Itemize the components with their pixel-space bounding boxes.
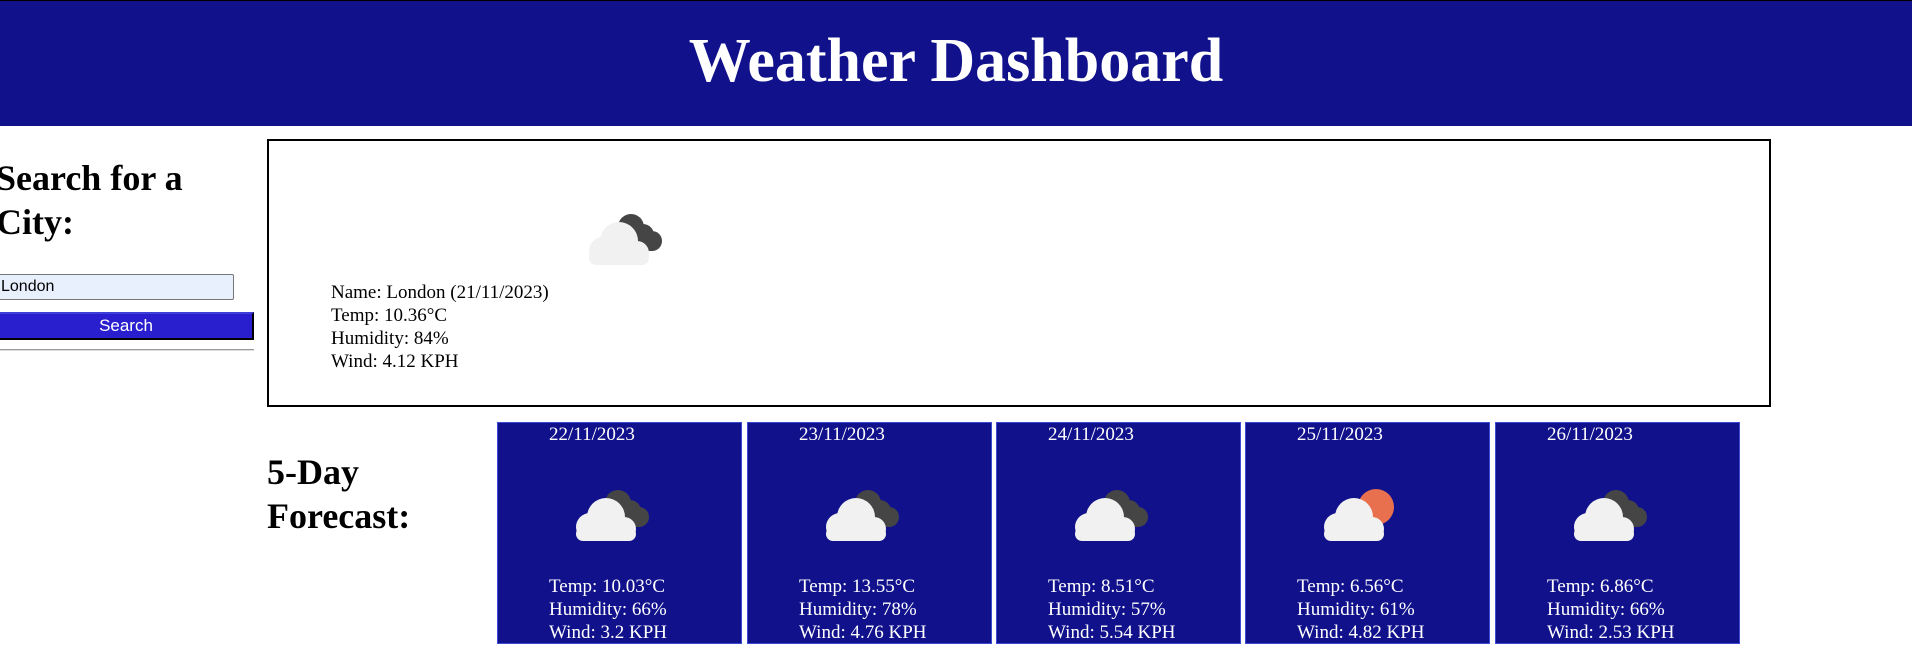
forecast-temp: Temp: 8.51°C xyxy=(1048,576,1155,597)
forecast-heading-text: 5-Day Forecast: xyxy=(267,452,411,536)
forecast-card: 23/11/2023 Temp: 13.55°C Humidity: 78% W… xyxy=(747,422,992,644)
forecast-card: 25/11/2023 Temp: 6.56°C Humidity: 61% Wi… xyxy=(1245,422,1490,644)
cloudy-icon xyxy=(589,214,662,265)
forecast-temp: Temp: 6.86°C xyxy=(1547,576,1654,597)
forecast-stats: Temp: 8.51°C Humidity: 57% Wind: 5.54 KP… xyxy=(1048,575,1176,644)
page-header: Weather Dashboard xyxy=(0,0,1912,126)
search-button[interactable]: Search xyxy=(0,312,254,340)
forecast-heading: 5-Day Forecast: xyxy=(267,450,437,538)
current-temp: Temp: 10.36°C xyxy=(331,305,448,326)
forecast-humidity: Humidity: 66% xyxy=(549,599,667,620)
forecast-stats: Temp: 6.86°C Humidity: 66% Wind: 2.53 KP… xyxy=(1547,575,1675,644)
forecast-card: 24/11/2023 Temp: 8.51°C Humidity: 57% Wi… xyxy=(996,422,1241,644)
forecast-wind: Wind: 5.54 KPH xyxy=(1048,622,1176,643)
forecast-stats: Temp: 6.56°C Humidity: 61% Wind: 4.82 KP… xyxy=(1297,575,1425,644)
current-humidity: Humidity: 84% xyxy=(331,328,449,349)
city-search-input[interactable] xyxy=(0,274,234,300)
forecast-date: 22/11/2023 xyxy=(549,424,635,445)
page-title: Weather Dashboard xyxy=(688,27,1224,95)
forecast-humidity: Humidity: 57% xyxy=(1048,599,1166,620)
forecast-date: 25/11/2023 xyxy=(1297,424,1383,445)
forecast-humidity: Humidity: 61% xyxy=(1297,599,1415,620)
forecast-card: 26/11/2023 Temp: 6.86°C Humidity: 66% Wi… xyxy=(1495,422,1740,644)
search-heading: Search for a City: xyxy=(0,158,183,242)
forecast-date: 26/11/2023 xyxy=(1547,424,1633,445)
cloudy-icon xyxy=(1574,490,1647,541)
forecast-wind: Wind: 4.82 KPH xyxy=(1297,622,1425,643)
current-weather-details: Name: London (21/11/2023) Temp: 10.36°C … xyxy=(331,281,549,373)
forecast-card: 22/11/2023 Temp: 10.03°C Humidity: 66% W… xyxy=(497,422,742,644)
cloudy-icon xyxy=(826,490,899,541)
current-weather-panel: Name: London (21/11/2023) Temp: 10.36°C … xyxy=(267,139,1771,407)
current-wind: Wind: 4.12 KPH xyxy=(331,351,459,372)
forecast-temp: Temp: 13.55°C xyxy=(799,576,916,597)
cloudy-icon xyxy=(1075,490,1148,541)
forecast-date: 23/11/2023 xyxy=(799,424,885,445)
search-history-divider xyxy=(0,349,254,351)
forecast-temp: Temp: 6.56°C xyxy=(1297,576,1404,597)
forecast-humidity: Humidity: 78% xyxy=(799,599,917,620)
partly-cloudy-icon xyxy=(1324,489,1394,541)
forecast-stats: Temp: 10.03°C Humidity: 66% Wind: 3.2 KP… xyxy=(549,575,667,644)
forecast-humidity: Humidity: 66% xyxy=(1547,599,1665,620)
city-name-date: Name: London (21/11/2023) xyxy=(331,282,549,303)
forecast-temp: Temp: 10.03°C xyxy=(549,576,666,597)
forecast-wind: Wind: 3.2 KPH xyxy=(549,622,667,643)
forecast-wind: Wind: 2.53 KPH xyxy=(1547,622,1675,643)
cloudy-icon xyxy=(576,490,649,541)
forecast-wind: Wind: 4.76 KPH xyxy=(799,622,927,643)
forecast-date: 24/11/2023 xyxy=(1048,424,1134,445)
forecast-stats: Temp: 13.55°C Humidity: 78% Wind: 4.76 K… xyxy=(799,575,927,644)
